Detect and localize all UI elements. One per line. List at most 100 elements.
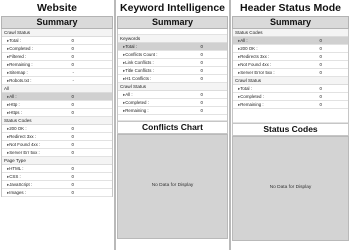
row-label: Redirects 3xx : xyxy=(238,53,269,60)
row-remaining[interactable]: Remaining : 0 xyxy=(233,101,348,109)
row-remaining[interactable]: Remaining : 0 xyxy=(2,61,112,69)
row-link-conflicts[interactable]: Link Conflicts : 0 xyxy=(118,59,227,67)
row-label: Not Found 4xx : xyxy=(238,61,271,68)
row-label: Server Err 5xx : xyxy=(7,149,40,156)
section-crawl-status: Crawl Status xyxy=(233,77,348,85)
row-not-found-4xx[interactable]: Not Found 4xx : 0 xyxy=(2,141,112,149)
row-value: - xyxy=(72,78,74,83)
row-html[interactable]: HTML : 0 xyxy=(2,165,112,173)
row-label: Https : xyxy=(7,109,22,116)
row-200-ok[interactable]: 200 OK : 0 xyxy=(233,45,348,53)
row-value: 0 xyxy=(200,92,203,97)
row-remaining[interactable]: Remaining : 0 xyxy=(118,107,227,115)
blank-row xyxy=(233,109,348,123)
row-total[interactable]: Total : 0 xyxy=(233,85,348,93)
row-completed[interactable]: Completed : 0 xyxy=(2,45,112,53)
row-value: 0 xyxy=(200,100,203,105)
row-value: 0 xyxy=(71,166,74,171)
keyword-intelligence-title: Keyword Intelligence xyxy=(119,2,226,14)
row-label: Not Found 4xx : xyxy=(7,141,40,148)
row-total[interactable]: Total : 0 xyxy=(2,37,112,45)
row-label: Completed : xyxy=(123,99,149,106)
row-value: 0 xyxy=(71,134,74,139)
header-status-mode-column: Header Status Mode Summary Status Codes … xyxy=(231,0,350,250)
keyword-summary-panel[interactable]: Keywords Total : 0 Conflicts Count : 0 Lin… xyxy=(117,29,228,121)
row-images[interactable]: Images : 0 xyxy=(2,189,112,197)
row-label: 200 OK : xyxy=(238,45,257,52)
row-value: 0 xyxy=(71,126,74,131)
row-value: 0 xyxy=(71,190,74,195)
row-label: 200 OK : xyxy=(7,125,26,132)
row-all[interactable]: All : 0 xyxy=(2,93,112,101)
row-completed[interactable]: Completed : 0 xyxy=(233,93,348,101)
row-robots[interactable]: Robots.txt : - xyxy=(2,77,112,85)
row-label: Filtered : xyxy=(7,53,26,60)
row-value: - xyxy=(72,70,74,75)
row-javascript[interactable]: JavaScript : 0 xyxy=(2,181,112,189)
row-label: Total : xyxy=(123,43,137,50)
row-label: Robots.txt : xyxy=(7,77,31,84)
row-title-conflicts[interactable]: Title Conflicts : 0 xyxy=(118,67,227,75)
row-value: 0 xyxy=(200,52,203,57)
row-value: 0 xyxy=(71,150,74,155)
row-200-ok[interactable]: 200 OK : 0 xyxy=(2,125,112,133)
row-https[interactable]: Https : 0 xyxy=(2,109,112,117)
keyword-intelligence-column: Keyword Intelligence Summary Keywords To… xyxy=(116,0,229,250)
row-label: Remaining : xyxy=(7,61,32,68)
status-codes-chart-title: Status Codes xyxy=(232,123,349,136)
row-css[interactable]: CSS : 0 xyxy=(2,173,112,181)
row-value: 0 xyxy=(319,102,322,107)
row-value: 0 xyxy=(319,70,322,75)
keyword-summary-header: Summary xyxy=(117,16,228,29)
row-label: Http : xyxy=(7,101,20,108)
status-codes-chart-area: No Data for Display xyxy=(232,136,349,241)
row-redirects-3xx[interactable]: Redirects 3xx : 0 xyxy=(233,53,348,61)
row-all[interactable]: All : 0 xyxy=(118,91,227,99)
row-value: 0 xyxy=(319,94,322,99)
row-value: 0 xyxy=(319,62,322,67)
header-status-summary-panel[interactable]: Status Codes All : 0 200 OK : 0 Redirects … xyxy=(232,29,349,123)
row-label: Images : xyxy=(7,189,26,196)
row-value: 0 xyxy=(200,60,203,65)
row-completed[interactable]: Completed : 0 xyxy=(118,99,227,107)
website-summary-header: Summary xyxy=(1,16,113,29)
row-label: Conflicts Count : xyxy=(123,51,157,58)
row-label: CSS : xyxy=(7,173,20,180)
row-value: 0 xyxy=(71,94,74,99)
row-label: Total : xyxy=(238,85,252,92)
row-sitemap[interactable]: Sitemap : - xyxy=(2,69,112,77)
row-h1-conflicts[interactable]: H1 Conflicts : 0 xyxy=(118,75,227,83)
conflicts-chart-area: No Data for Display xyxy=(117,134,228,239)
website-summary-panel[interactable]: Crawl Status Total : 0 Completed : 0 Filte… xyxy=(1,29,113,197)
row-redirect-3xx[interactable]: Redirect 3xx : 0 xyxy=(2,133,112,141)
row-value: 0 xyxy=(71,102,74,107)
row-value: 0 xyxy=(71,46,74,51)
row-server-err-5xx[interactable]: Server Err 5xx : 0 xyxy=(2,149,112,157)
blank-row xyxy=(118,115,227,121)
row-value: 0 xyxy=(71,142,74,147)
row-conflicts-count[interactable]: Conflicts Count : 0 xyxy=(118,51,227,59)
row-label: JavaScript : xyxy=(7,181,32,188)
row-value: 0 xyxy=(71,54,74,59)
row-filtered[interactable]: Filtered : 0 xyxy=(2,53,112,61)
row-label: All : xyxy=(123,91,132,98)
row-value: 0 xyxy=(319,54,322,59)
row-label: Server Error 5xx : xyxy=(238,69,274,76)
row-http[interactable]: Http : 0 xyxy=(2,101,112,109)
row-server-error-5xx[interactable]: Server Error 5xx : 0 xyxy=(233,69,348,77)
row-label: Remaining : xyxy=(238,101,263,108)
row-value: 0 xyxy=(71,174,74,179)
row-total[interactable]: Total : 0 xyxy=(118,43,227,51)
row-label: All : xyxy=(7,93,16,100)
section-all: All xyxy=(2,85,112,93)
row-value: 0 xyxy=(71,38,74,43)
row-value: 0 xyxy=(319,38,322,43)
row-label: Completed : xyxy=(7,45,33,52)
row-label: All : xyxy=(238,37,247,44)
row-label: Completed : xyxy=(238,93,264,100)
row-all[interactable]: All : 0 xyxy=(233,37,348,45)
row-not-found-4xx[interactable]: Not Found 4xx : 0 xyxy=(233,61,348,69)
section-keywords: Keywords xyxy=(118,35,227,43)
row-label: Title Conflicts : xyxy=(123,67,154,74)
blank-row xyxy=(118,29,227,35)
